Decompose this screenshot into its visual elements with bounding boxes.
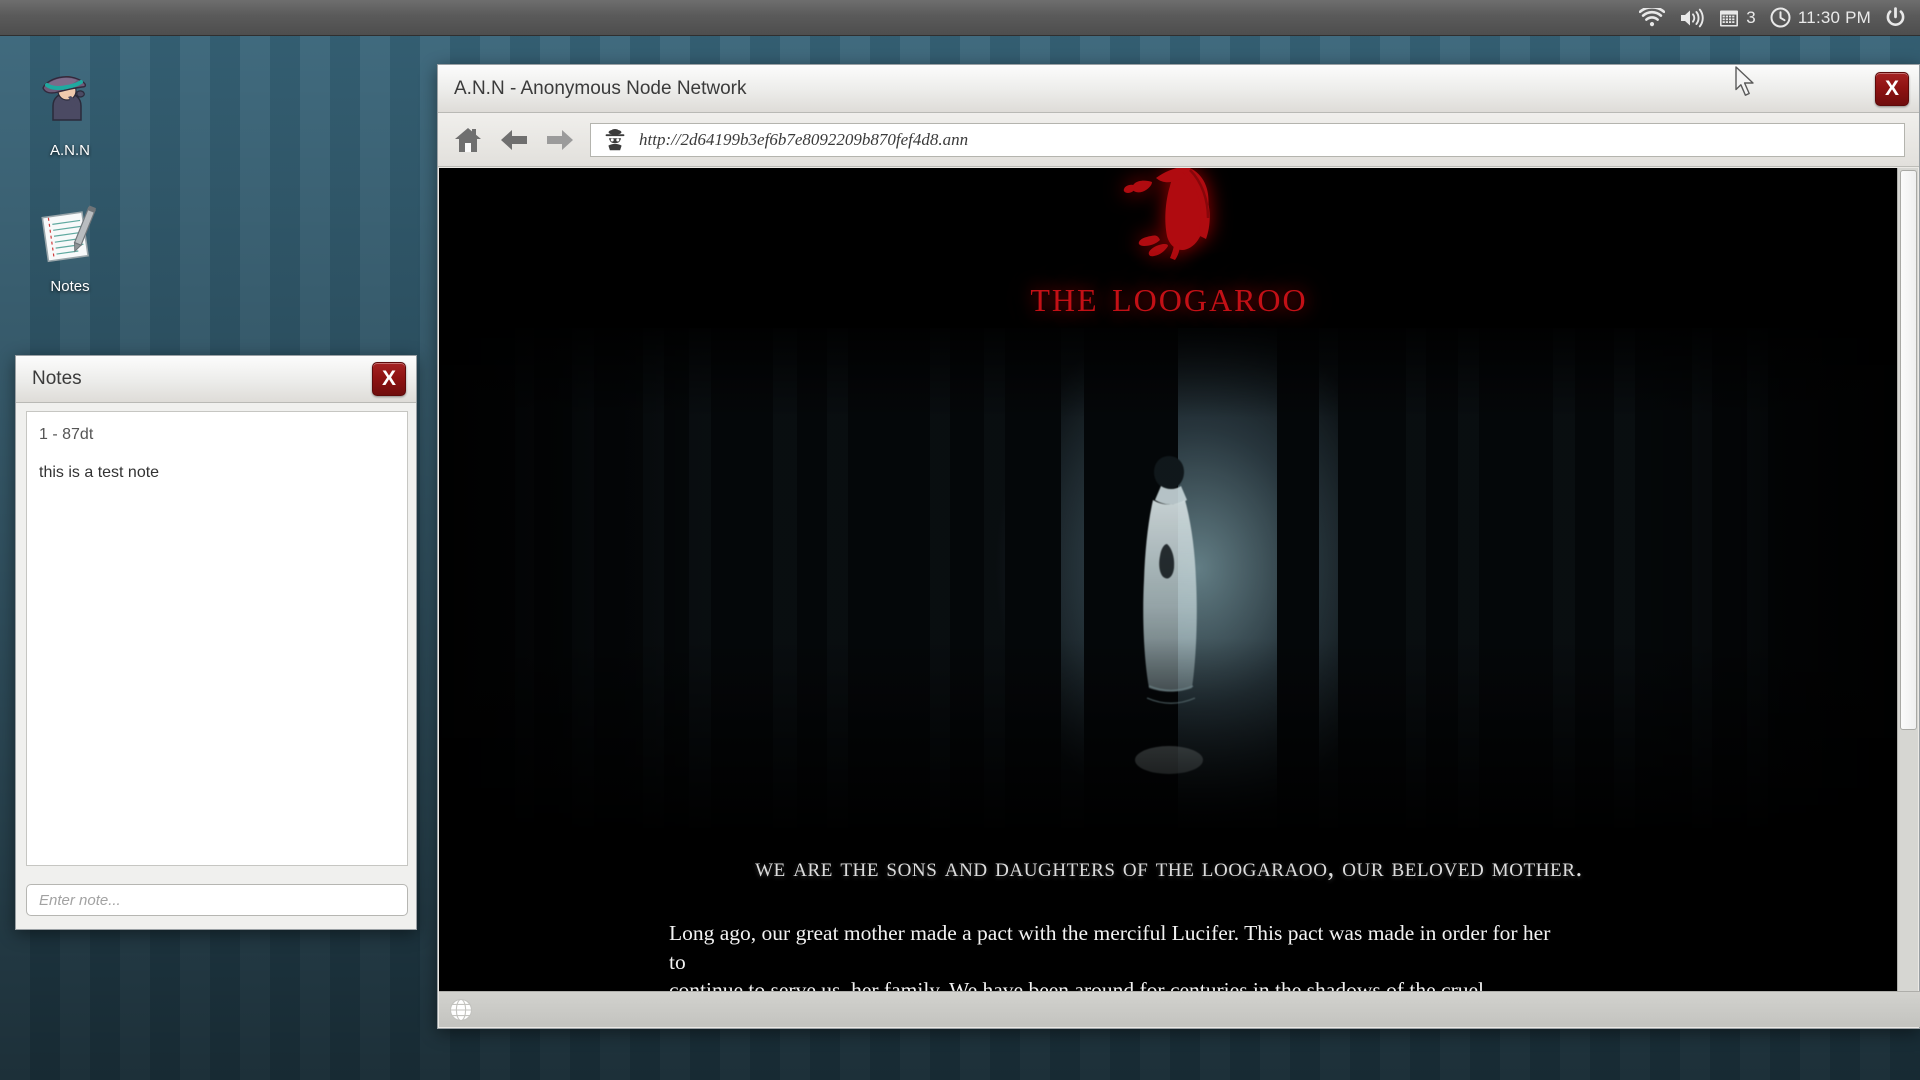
notepad-icon — [41, 205, 97, 263]
power-icon — [1886, 7, 1905, 26]
hero-image — [439, 328, 1899, 828]
browser-title-bar: A.N.N - Anonymous Node Network X — [438, 65, 1919, 113]
globe-icon — [449, 998, 473, 1021]
note-list-item[interactable]: 1 - 87dt this is a test note — [39, 426, 395, 482]
desktop-icon-label: Notes — [50, 278, 90, 295]
site-logo-text: The Loogaroo — [1030, 270, 1308, 321]
note-id: 1 - 87dt — [39, 426, 94, 443]
notes-title-bar: Notes X — [16, 356, 416, 403]
calendar-status[interactable]: 3 — [1719, 8, 1756, 28]
site-logo-block: The Loogaroo — [439, 168, 1899, 328]
clock-icon — [1770, 7, 1791, 28]
notes-list: 1 - 87dt this is a test note — [26, 411, 408, 866]
page-paragraph: Long ago, our great mother made a pact w… — [669, 921, 1551, 992]
home-button[interactable] — [452, 124, 484, 156]
volume-status[interactable] — [1679, 8, 1705, 28]
page-viewport: The Loogaroo — [439, 168, 1899, 992]
calendar-icon — [1720, 10, 1739, 26]
browser-toolbar: http://2d64199b3ef6b7e8092209b870fef4d8.… — [438, 113, 1919, 167]
note-text: this is a test note — [39, 464, 160, 481]
back-arrow-icon — [501, 129, 527, 150]
url-text: http://2d64199b3ef6b7e8092209b870fef4d8.… — [639, 129, 969, 149]
page-headline: We are the sons and daughters of The Loo… — [755, 852, 1583, 882]
page-scrollbar[interactable] — [1897, 168, 1918, 992]
calendar-count: 3 — [1746, 7, 1756, 27]
browser-close-button[interactable]: X — [1875, 71, 1909, 106]
forward-button[interactable] — [544, 124, 576, 156]
url-bar[interactable]: http://2d64199b3ef6b7e8092209b870fef4d8.… — [590, 122, 1905, 157]
browser-title: A.N.N - Anonymous Node Network — [454, 77, 747, 99]
notes-close-button[interactable]: X — [372, 362, 406, 396]
back-button[interactable] — [498, 124, 530, 156]
note-input[interactable] — [26, 884, 408, 916]
wifi-icon — [1639, 7, 1666, 26]
detective-icon — [42, 76, 87, 121]
desktop-icon-label: A.N.N — [49, 142, 90, 159]
clock-status[interactable]: 11:30 PM — [1770, 7, 1871, 28]
desktop-icon-notes[interactable]: Notes — [15, 198, 125, 295]
page-scrollbar-thumb[interactable] — [1900, 170, 1917, 730]
wifi-status[interactable] — [1639, 7, 1666, 28]
system-tray: 3 11:30 PM — [0, 0, 1920, 36]
ghost-figure — [1135, 456, 1203, 774]
notes-title: Notes — [32, 368, 82, 389]
incognito-detective-icon — [605, 128, 625, 150]
web-page: The Loogaroo — [439, 168, 1899, 992]
desktop-icon-ann[interactable]: A.N.N — [15, 62, 125, 159]
browser-window: A.N.N - Anonymous Node Network X http://… — [437, 64, 1920, 1029]
power-button[interactable] — [1885, 7, 1906, 28]
desktop: 3 11:30 PM A.N.N Notes Notes X 1 - 87dt … — [0, 0, 1920, 1080]
volume-icon — [1681, 8, 1704, 27]
page-text-block: We are the sons and daughters of The Loo… — [439, 828, 1899, 992]
browser-status-bar — [439, 991, 1920, 1027]
clock-time: 11:30 PM — [1797, 7, 1871, 27]
notes-window: Notes X 1 - 87dt this is a test note — [15, 355, 417, 930]
forward-arrow-icon — [547, 129, 573, 150]
home-icon — [455, 127, 481, 152]
